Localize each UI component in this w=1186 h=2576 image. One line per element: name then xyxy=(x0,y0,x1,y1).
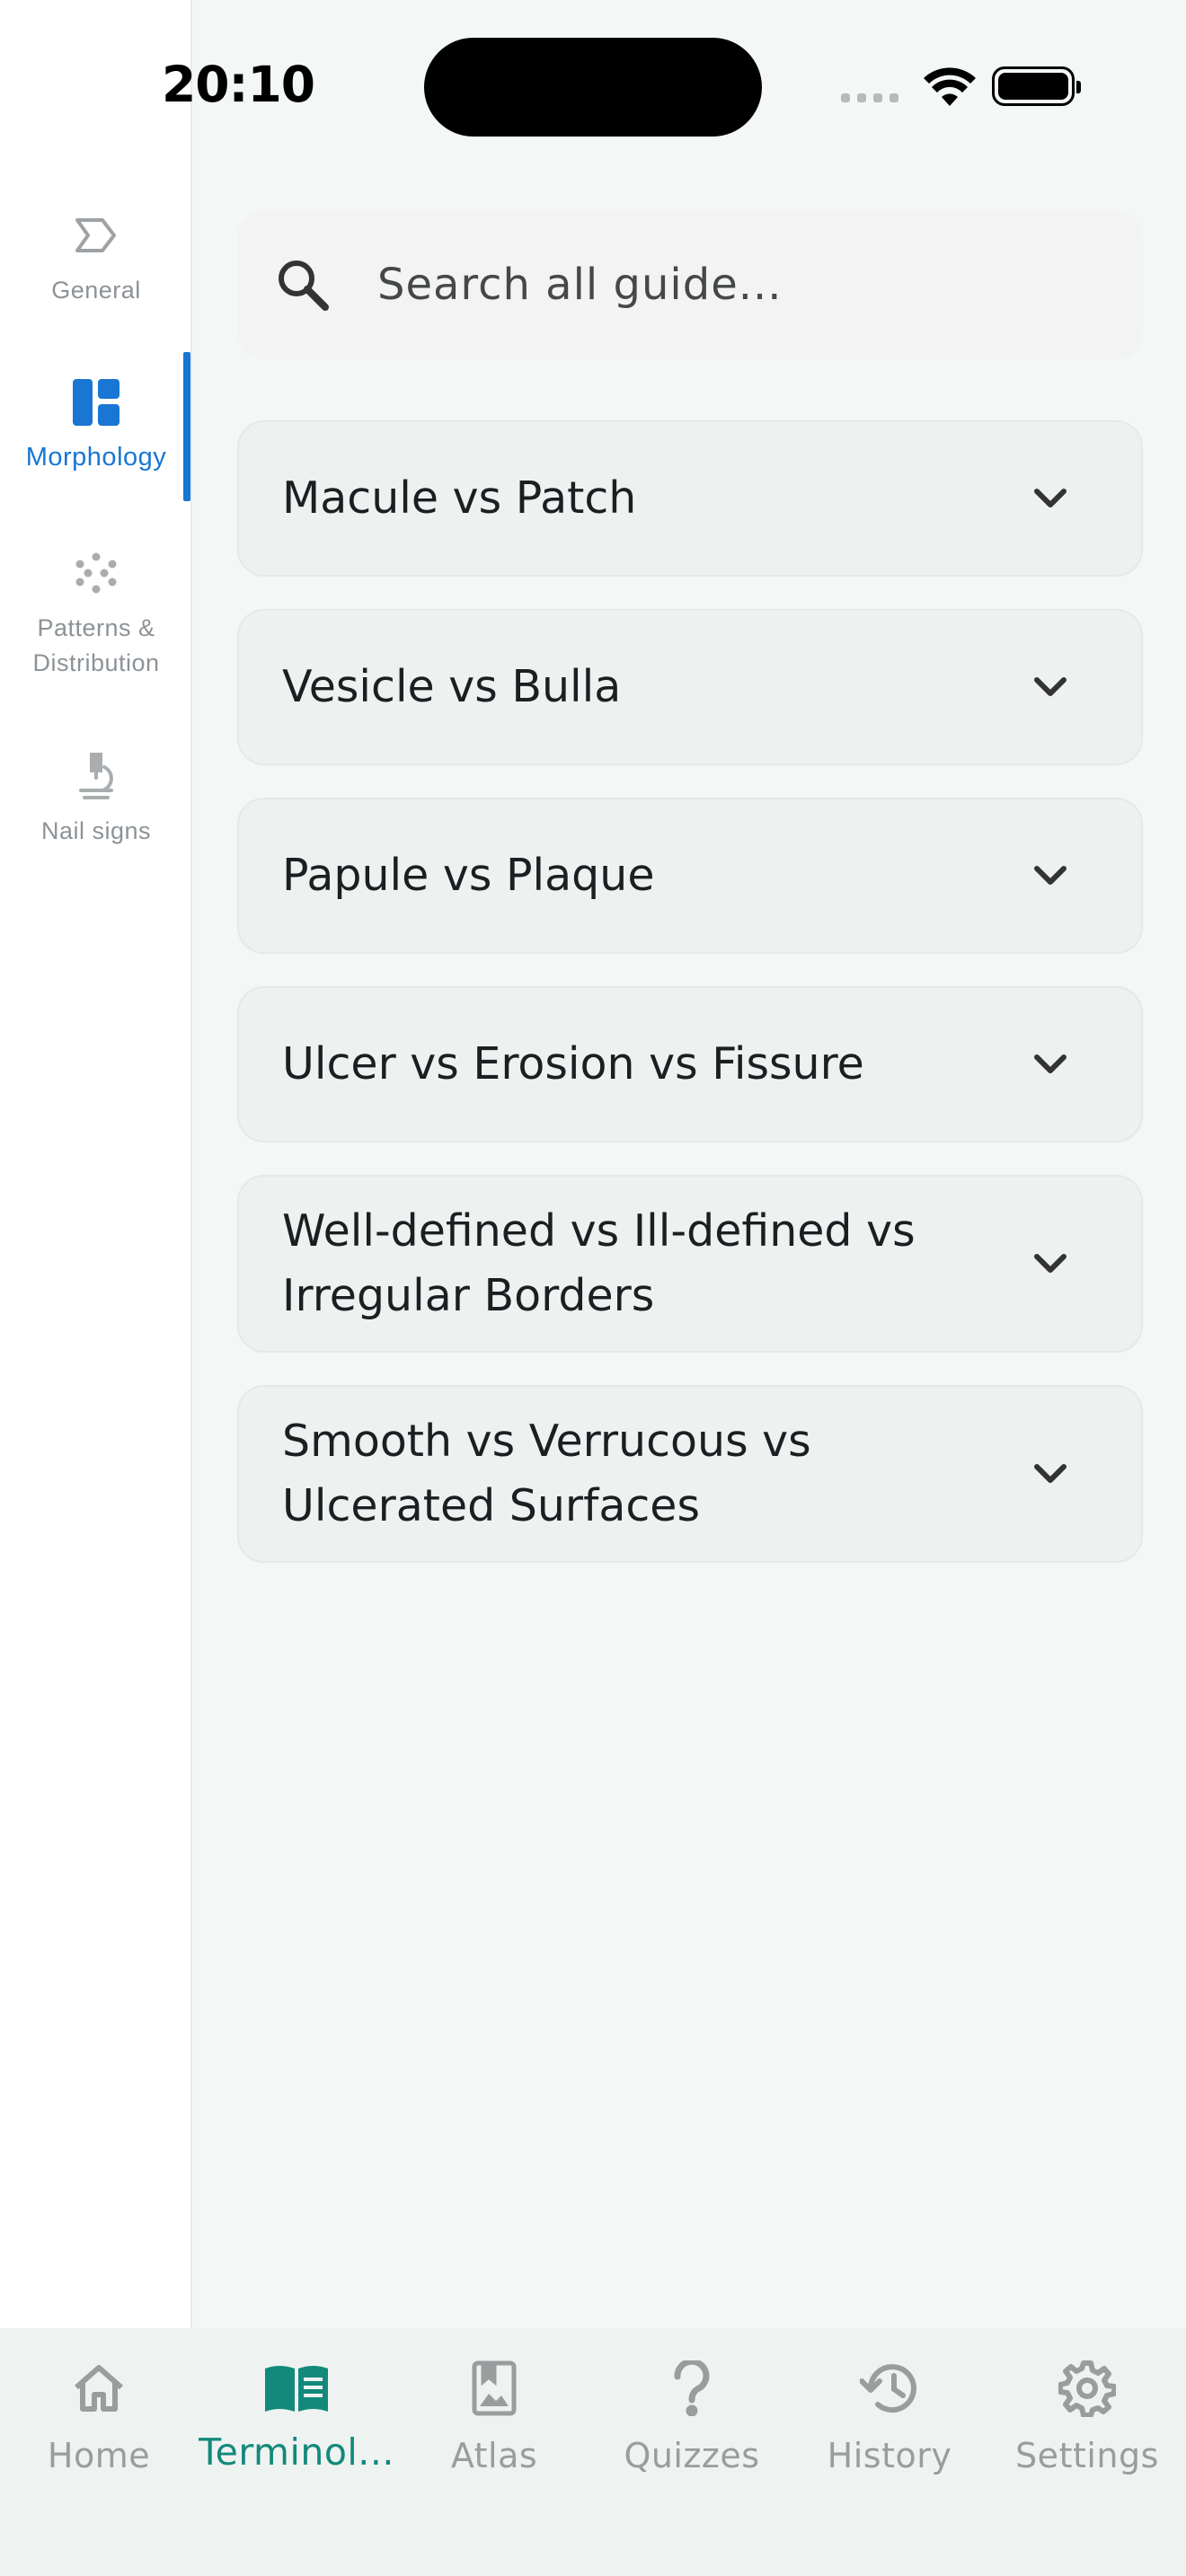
sidebar-item-label: General xyxy=(51,277,141,304)
battery-icon xyxy=(992,66,1081,106)
search-icon xyxy=(279,260,329,311)
chevron-down-icon xyxy=(1034,1464,1067,1483)
sidebar-item-morphology[interactable]: Morphology xyxy=(0,377,192,475)
bottom-navigation: Home Terminol... Atlas Quizzes History S… xyxy=(0,2328,1186,2576)
nav-atlas[interactable]: Atlas xyxy=(395,2355,593,2475)
sidebar-item-label: Nail signs xyxy=(40,817,152,844)
nav-label: Settings xyxy=(1015,2436,1159,2475)
accordion-title: Vesicle vs Bulla xyxy=(282,661,622,712)
home-icon xyxy=(66,2355,132,2422)
accordion-item-surfaces[interactable]: Smooth vs Verrucous vs Ulcerated Surface… xyxy=(237,1385,1143,1563)
dashboard-icon xyxy=(71,377,121,428)
nav-settings[interactable]: Settings xyxy=(988,2355,1186,2475)
accordion-item-macule-patch[interactable]: Macule vs Patch xyxy=(237,420,1143,577)
gear-icon xyxy=(1054,2355,1120,2422)
accordion-item-vesicle-bulla[interactable]: Vesicle vs Bulla xyxy=(237,609,1143,765)
sidebar-item-patterns-distribution[interactable]: Patterns & Distribution xyxy=(0,548,192,681)
book-icon xyxy=(263,2355,330,2422)
chevron-down-icon xyxy=(1034,1254,1067,1273)
nav-home[interactable]: Home xyxy=(0,2355,198,2475)
cellular-signal-icon xyxy=(841,93,898,102)
search-bar[interactable] xyxy=(237,210,1143,359)
accordion-item-ulcer-erosion-fissure[interactable]: Ulcer vs Erosion vs Fissure xyxy=(237,986,1143,1142)
nav-history[interactable]: History xyxy=(791,2355,988,2475)
nav-terminology[interactable]: Terminol... xyxy=(198,2355,395,2474)
history-icon xyxy=(856,2355,923,2422)
sidebar-item-label: Morphology xyxy=(25,443,167,472)
nav-label: Terminol... xyxy=(199,2430,394,2474)
sidebar-item-nail-signs[interactable]: Nail signs xyxy=(0,751,192,849)
accordion-item-borders[interactable]: Well-defined vs Ill-defined vs Irregular… xyxy=(237,1175,1143,1353)
active-indicator xyxy=(183,352,190,501)
question-mark-icon xyxy=(659,2355,725,2422)
nav-label: History xyxy=(827,2436,952,2475)
label-outline-icon xyxy=(71,210,121,260)
chevron-down-icon xyxy=(1034,1054,1067,1073)
chevron-down-icon xyxy=(1034,677,1067,696)
accordion-item-papule-plaque[interactable]: Papule vs Plaque xyxy=(237,798,1143,954)
category-sidebar: General Morphology Patterns & Distributi… xyxy=(0,0,192,2328)
dynamic-island xyxy=(424,38,762,137)
nav-label: Quizzes xyxy=(624,2436,760,2475)
status-time: 20:10 xyxy=(162,56,315,113)
photo-album-icon xyxy=(461,2355,527,2422)
search-input[interactable] xyxy=(377,210,1114,359)
chevron-down-icon xyxy=(1034,866,1067,885)
accordion-title: Smooth vs Verrucous vs Ulcerated Surface… xyxy=(282,1416,811,1531)
wifi-icon xyxy=(924,67,976,106)
microscope-icon xyxy=(71,751,121,801)
accordion-title: Well-defined vs Ill-defined vs Irregular… xyxy=(282,1205,916,1321)
accordion-title: Macule vs Patch xyxy=(282,472,637,524)
nav-label: Home xyxy=(47,2436,151,2475)
grain-dots-icon xyxy=(71,548,121,598)
sidebar-item-general[interactable]: General xyxy=(0,210,192,308)
chevron-down-icon xyxy=(1034,489,1067,507)
nav-label: Atlas xyxy=(450,2436,538,2475)
nav-quizzes[interactable]: Quizzes xyxy=(593,2355,791,2475)
status-bar: 20:10 xyxy=(0,0,1186,180)
sidebar-item-label: Patterns & Distribution xyxy=(32,614,160,676)
accordion-title: Ulcer vs Erosion vs Fissure xyxy=(282,1038,864,1090)
accordion-title: Papule vs Plaque xyxy=(282,850,655,901)
